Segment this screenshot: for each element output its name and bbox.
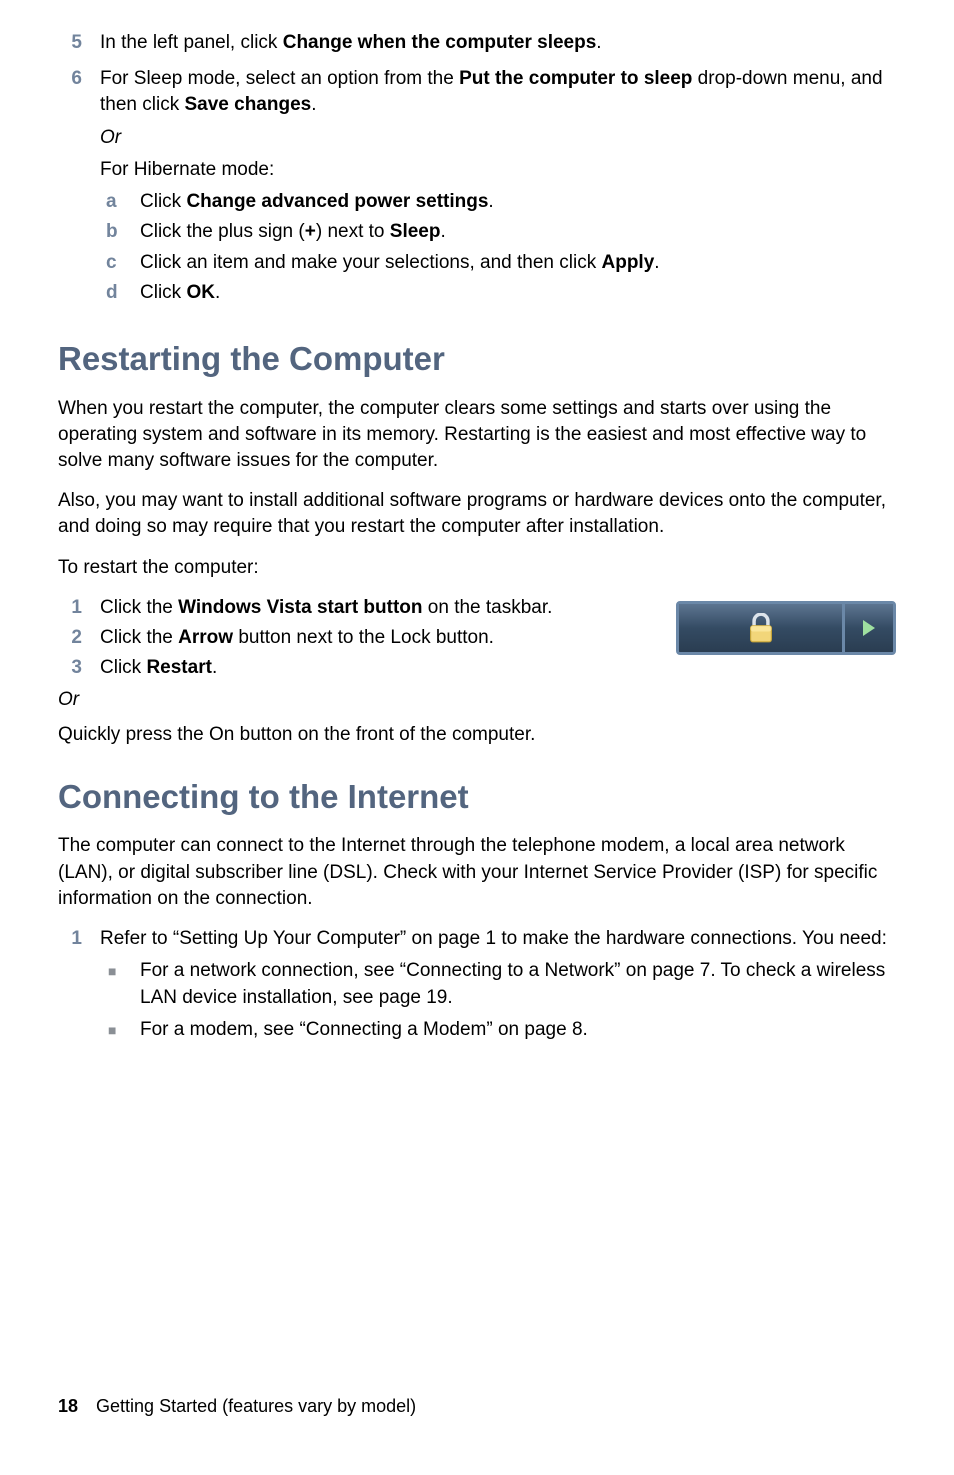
substep-b: b Click the plus sign (+) next to Sleep. xyxy=(100,219,896,245)
bullet-item: ■ For a network connection, see “Connect… xyxy=(100,958,896,1010)
step-number: 1 xyxy=(58,926,100,1049)
text: . xyxy=(311,94,316,115)
lock-arrow-image xyxy=(676,601,896,655)
substep-marker: a xyxy=(100,189,140,215)
lock-icon xyxy=(747,613,775,643)
page-footer: 18 Getting Started (features vary by mode… xyxy=(58,1396,416,1417)
bold-text: Change when the computer sleeps xyxy=(283,32,597,53)
or-text: Or xyxy=(58,687,896,713)
bold-text: Windows Vista start button xyxy=(178,597,422,618)
bold-text: Apply xyxy=(602,252,655,273)
bullet-text: For a network connection, see “Connectin… xyxy=(140,958,896,1010)
arrow-icon xyxy=(863,620,875,636)
restart-step-1: 1 Click the Windows Vista start button o… xyxy=(58,595,658,621)
step-number: 3 xyxy=(58,655,100,681)
bullet-icon: ■ xyxy=(100,1017,140,1043)
bold-text: Arrow xyxy=(178,627,233,648)
text: . xyxy=(212,657,217,678)
lock-bar xyxy=(676,601,896,655)
text: button next to the Lock button. xyxy=(233,627,494,648)
text: Click xyxy=(140,282,186,303)
bullet-item: ■ For a modem, see “Connecting a Modem” … xyxy=(100,1017,896,1043)
bold-text: + xyxy=(305,221,316,242)
step-number: 1 xyxy=(58,595,100,621)
text: Click the xyxy=(100,597,178,618)
step-body: Click the Windows Vista start button on … xyxy=(100,595,658,621)
text: Click xyxy=(140,191,186,212)
substep-body: Click OK. xyxy=(140,280,896,306)
step-number: 6 xyxy=(58,66,100,310)
substep-body: Click Change advanced power settings. xyxy=(140,189,896,215)
restart-step-3: 3 Click Restart. xyxy=(58,655,896,681)
bold-text: Sleep xyxy=(390,221,441,242)
lock-button-area xyxy=(679,604,842,652)
substep-marker: c xyxy=(100,250,140,276)
step-number: 2 xyxy=(58,625,100,651)
paragraph: The computer can connect to the Internet… xyxy=(58,833,896,912)
text: Click the plus sign ( xyxy=(140,221,305,242)
footer-label: Getting Started (features vary by model) xyxy=(96,1396,416,1416)
connect-step-1: 1 Refer to “Setting Up Your Computer” on… xyxy=(58,926,896,1049)
text: . xyxy=(215,282,220,303)
step-5: 5 In the left panel, click Change when t… xyxy=(58,30,896,62)
bold-text: Change advanced power settings xyxy=(186,191,488,212)
bullet-icon: ■ xyxy=(100,958,140,1010)
text: . xyxy=(654,252,659,273)
text: Click the xyxy=(100,627,178,648)
paragraph: When you restart the computer, the compu… xyxy=(58,396,896,475)
step-6: 6 For Sleep mode, select an option from … xyxy=(58,66,896,310)
page-number: 18 xyxy=(58,1396,78,1416)
arrow-button-area xyxy=(845,604,893,652)
substep-body: Click the plus sign (+) next to Sleep. xyxy=(140,219,896,245)
substep-marker: d xyxy=(100,280,140,306)
bold-text: Save changes xyxy=(184,94,311,115)
text: . xyxy=(596,32,601,53)
bold-text: Put the computer to sleep xyxy=(459,68,692,89)
heading-restarting: Restarting the Computer xyxy=(58,336,896,382)
text: For Hibernate mode: xyxy=(100,157,896,183)
step-body: For Sleep mode, select an option from th… xyxy=(100,66,896,310)
paragraph: Quickly press the On button on the front… xyxy=(58,722,896,748)
step-number: 5 xyxy=(58,30,100,62)
substep-marker: b xyxy=(100,219,140,245)
bullet-text: For a modem, see “Connecting a Modem” on… xyxy=(140,1017,588,1043)
paragraph: Also, you may want to install additional… xyxy=(58,488,896,540)
paragraph: To restart the computer: xyxy=(58,555,896,581)
restart-step-2: 2 Click the Arrow button next to the Loc… xyxy=(58,625,658,651)
text: For Sleep mode, select an option from th… xyxy=(100,68,459,89)
text: ) next to xyxy=(316,221,390,242)
bold-text: Restart xyxy=(146,657,211,678)
heading-connecting: Connecting to the Internet xyxy=(58,774,896,820)
text: Click an item and make your selections, … xyxy=(140,252,602,273)
step-body: In the left panel, click Change when the… xyxy=(100,30,896,62)
text: . xyxy=(488,191,493,212)
text: Click xyxy=(100,657,146,678)
text: . xyxy=(440,221,445,242)
text: on the taskbar. xyxy=(423,597,553,618)
step-body: Click Restart. xyxy=(100,655,896,681)
text: In the left panel, click xyxy=(100,32,283,53)
step-body: Refer to “Setting Up Your Computer” on p… xyxy=(100,926,896,1049)
or-text: Or xyxy=(100,125,896,151)
substep-body: Click an item and make your selections, … xyxy=(140,250,896,276)
substep-a: a Click Change advanced power settings. xyxy=(100,189,896,215)
substep-c: c Click an item and make your selections… xyxy=(100,250,896,276)
substep-d: d Click OK. xyxy=(100,280,896,306)
step-body: Click the Arrow button next to the Lock … xyxy=(100,625,658,651)
text: Refer to “Setting Up Your Computer” on p… xyxy=(100,926,896,952)
bold-text: OK xyxy=(186,282,215,303)
